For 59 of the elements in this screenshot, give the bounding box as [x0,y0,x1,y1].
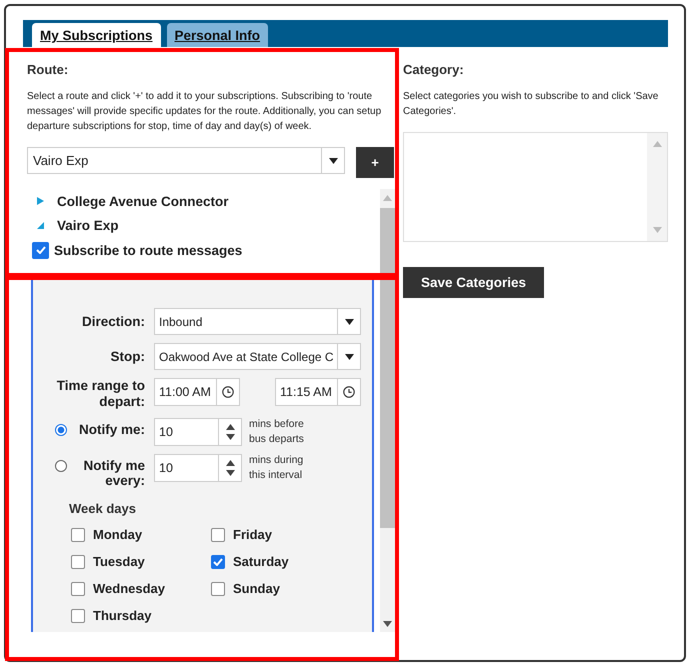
time-field[interactable]: 11:00 AM [154,378,240,406]
unit-text: mins during this interval [249,453,304,483]
clock-icon [222,386,234,398]
checkbox[interactable] [71,582,85,596]
radio-button[interactable] [55,460,67,472]
field-label: Direction: [80,314,145,329]
check-icon [36,246,46,254]
expand-triangle-icon[interactable] [37,197,44,205]
field-label: Time range to depart: [56,378,145,410]
save-button[interactable]: Save Categories [403,267,544,298]
checkbox[interactable] [211,528,225,542]
checkbox-label: Wednesday [93,581,166,596]
route-name[interactable]: College Avenue Connector [57,194,229,208]
checkbox[interactable] [71,608,85,622]
checkbox-label: Sunday [233,581,280,596]
scrollbar[interactable] [380,189,395,632]
number-field[interactable]: 10 [154,418,242,446]
checkbox-label: Friday [233,527,272,542]
clock-icon [343,386,355,398]
direction-select[interactable]: Inbound [154,308,361,335]
checkbox[interactable] [71,528,85,542]
spinner-arrows-icon [226,424,234,440]
spinner-arrows-icon [226,460,234,476]
unit-text: mins before bus departs [249,417,305,447]
time-field[interactable]: 11:15 AM [275,378,361,406]
up-arrow-icon [383,195,392,201]
add-button[interactable]: + [356,147,394,178]
checkbox-label: Tuesday [93,554,145,569]
section-heading: Category: [403,62,465,79]
caret-icon [344,318,354,324]
route-name[interactable]: Vairo Exp [57,218,119,232]
caret-icon [328,158,338,164]
tab[interactable]: My Subscriptions [32,23,161,47]
description-text: Select a route and click '+' to add it to your subscriptions. Subscribing to 'route messages' will provide specific updates for the route. Additionally, you can setup departure subscriptions for stop, time of day and day(s) of week. [27,90,382,134]
checkbox-label: Saturday [233,554,289,569]
field-label: Stop: [110,349,145,364]
checkbox[interactable] [32,242,49,258]
section-heading: Route: [27,62,70,79]
number-field[interactable]: 10 [154,454,242,482]
checkbox-label: Thursday [93,608,152,623]
down-arrow-icon [652,227,662,233]
radio-button[interactable] [55,424,67,436]
collapse-triangle-icon[interactable] [37,222,44,228]
down-arrow-icon [383,621,392,627]
checkbox-label: Subscribe to route messages [54,242,242,258]
checkbox[interactable] [71,554,85,568]
section-heading: Week days [69,501,137,516]
tab[interactable]: Personal Info [166,23,268,47]
route-select[interactable]: Vairo Exp [27,147,345,174]
checkbox[interactable] [211,554,225,568]
field-label: Notify me: [78,421,145,437]
description-text: Select categories you wish to subscribe to and click 'Save Categories'. [403,90,660,119]
checkbox-label: Monday [93,527,142,542]
check-icon [213,558,223,566]
caret-icon [344,354,354,360]
stop-select[interactable]: Oakwood Ave at State College C [154,343,361,370]
checkbox[interactable] [211,582,225,596]
up-arrow-icon [652,141,662,147]
field-label: Notify me every: [82,457,145,488]
